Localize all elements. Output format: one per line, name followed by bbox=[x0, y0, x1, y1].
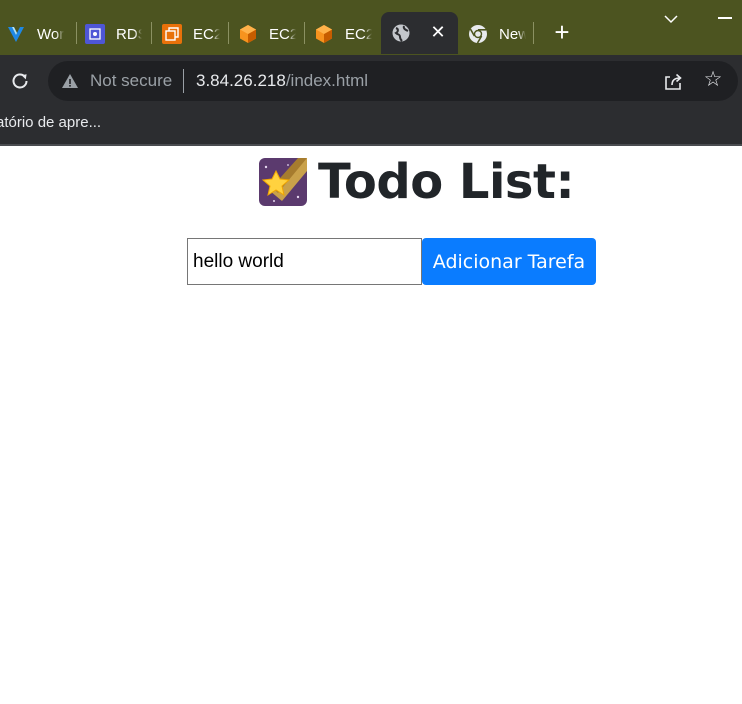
tab-label: EC2 bbox=[345, 25, 372, 43]
tab-separator bbox=[151, 22, 152, 44]
address-separator bbox=[183, 69, 184, 93]
bookmarks-bar: atório de apre... bbox=[0, 107, 742, 146]
tab-ec2[interactable]: EC2 bbox=[238, 14, 296, 54]
tab-label: EC2 bbox=[269, 25, 296, 43]
vuetify-logo-icon bbox=[6, 24, 26, 44]
new-tab-plus-icon[interactable]: + bbox=[549, 19, 575, 45]
share-icon[interactable] bbox=[662, 70, 684, 92]
address-bar[interactable]: Not secure 3.84.26.218/index.html ☆ bbox=[48, 61, 738, 101]
chrome-icon bbox=[468, 24, 488, 44]
page-content: Todo List: Adicionar Tarefa bbox=[0, 148, 742, 704]
security-label[interactable]: Not secure bbox=[90, 71, 172, 91]
page-title: Todo List: bbox=[318, 154, 575, 210]
rds-icon bbox=[85, 24, 105, 44]
tab-separator bbox=[304, 22, 305, 44]
warning-triangle-icon[interactable] bbox=[61, 72, 79, 90]
tab-separator bbox=[228, 22, 229, 44]
close-tab-icon[interactable]: ✕ bbox=[428, 22, 448, 42]
tab-ec2-instances[interactable]: EC2 bbox=[162, 14, 220, 54]
tab-strip: Wor RDS EC2 EC2 EC2 ✕ bbox=[0, 0, 742, 55]
title-row: Todo List: bbox=[258, 154, 575, 210]
globe-icon bbox=[391, 23, 411, 43]
tab-label: Wor bbox=[37, 25, 65, 43]
task-input[interactable] bbox=[187, 238, 422, 285]
tab-label: RDS bbox=[116, 25, 142, 43]
tab-ec2[interactable]: EC2 bbox=[314, 14, 372, 54]
tab-search-chevron-icon[interactable] bbox=[660, 8, 682, 30]
url-text[interactable]: 3.84.26.218/index.html bbox=[196, 71, 368, 91]
minimize-window-icon[interactable] bbox=[718, 17, 732, 19]
bookmark-item[interactable]: atório de apre... bbox=[0, 114, 101, 131]
browser-toolbar: Not secure 3.84.26.218/index.html ☆ bbox=[0, 55, 742, 107]
shooting-star-emoji-icon bbox=[258, 157, 308, 207]
ec2-instances-icon bbox=[162, 24, 182, 44]
url-path: /index.html bbox=[285, 71, 369, 90]
add-task-button[interactable]: Adicionar Tarefa bbox=[422, 238, 596, 285]
reload-icon[interactable] bbox=[8, 69, 32, 93]
tab-vuetify[interactable]: Wor bbox=[6, 14, 68, 54]
tab-label: New bbox=[499, 25, 526, 43]
tab-separator bbox=[533, 22, 534, 44]
ec2-cube-icon bbox=[314, 24, 334, 44]
ec2-cube-icon bbox=[238, 24, 258, 44]
tab-new-tab[interactable]: New bbox=[468, 14, 526, 54]
bookmark-star-icon[interactable]: ☆ bbox=[702, 69, 724, 91]
tab-rds[interactable]: RDS bbox=[85, 14, 142, 54]
tab-label: EC2 bbox=[193, 25, 220, 43]
tab-separator bbox=[76, 22, 77, 44]
url-host: 3.84.26.218 bbox=[196, 71, 286, 90]
